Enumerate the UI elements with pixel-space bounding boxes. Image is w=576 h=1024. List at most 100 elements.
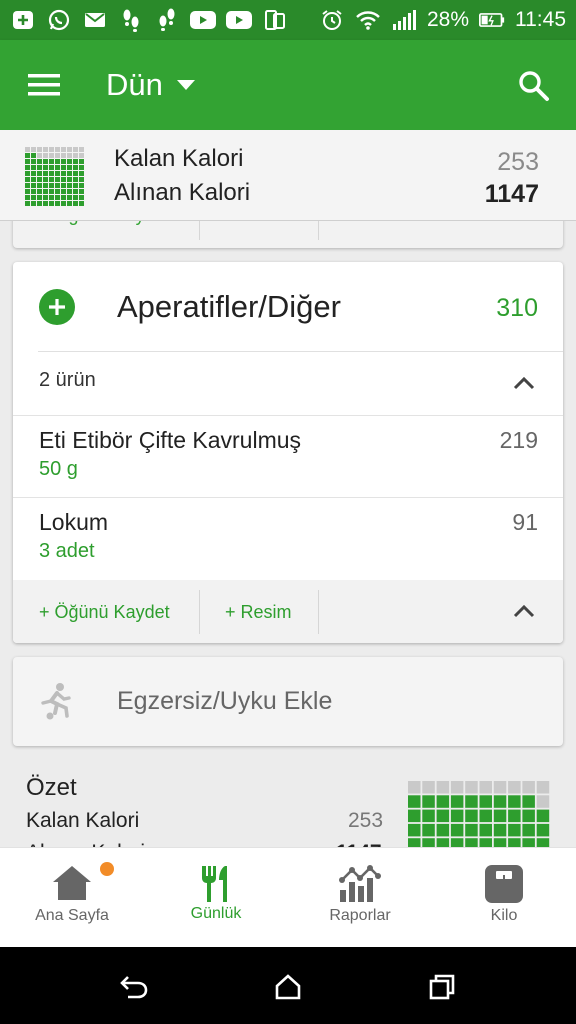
nav-reports-label: Raporlar xyxy=(329,907,391,924)
item-count-row[interactable]: 2 ürün xyxy=(13,352,563,415)
food-item-row[interactable]: Lokum 3 adet 91 xyxy=(13,497,563,580)
whatsapp-icon xyxy=(46,7,72,33)
grid-cell xyxy=(37,183,42,188)
nav-reports[interactable]: Raporlar xyxy=(288,848,432,948)
date-selector[interactable]: Dün xyxy=(106,67,163,103)
grid-cell xyxy=(79,159,84,164)
grid-cell xyxy=(408,795,421,808)
sim-icon xyxy=(262,7,288,33)
food-item-row[interactable]: Eti Etibör Çifte Kavrulmuş 50 g 219 xyxy=(13,415,563,498)
grid-cell xyxy=(79,147,84,152)
grid-cell xyxy=(37,147,42,152)
grid-cell xyxy=(67,147,72,152)
grid-cell xyxy=(465,795,478,808)
add-photo-button[interactable]: + Resim xyxy=(225,602,292,623)
notification-badge xyxy=(100,862,114,876)
grid-cell xyxy=(37,159,42,164)
grid-cell xyxy=(43,195,48,200)
grid-cell xyxy=(25,201,30,206)
grid-cell xyxy=(61,201,66,206)
grid-cell xyxy=(49,177,54,182)
signal-icon xyxy=(391,7,417,33)
food-name: Lokum xyxy=(39,509,109,535)
grid-cell xyxy=(508,823,521,837)
food-name: Eti Etibör Çifte Kavrulmuş xyxy=(39,427,302,453)
grid-cell xyxy=(49,159,54,164)
grid-cell xyxy=(55,153,60,158)
grid-cell xyxy=(43,183,48,188)
grid-cell xyxy=(25,183,30,188)
menu-icon xyxy=(28,73,60,97)
remaining-kcal-label: Kalan Kalori xyxy=(114,145,244,172)
grid-cell xyxy=(79,171,84,176)
nav-home-label: Ana Sayfa xyxy=(35,907,109,924)
grid-cell xyxy=(43,165,48,170)
grid-cell xyxy=(73,195,78,200)
grid-cell xyxy=(79,153,84,158)
chevron-up-icon[interactable] xyxy=(511,598,537,624)
grid-cell xyxy=(67,189,72,194)
grid-cell xyxy=(436,823,450,837)
search-button[interactable] xyxy=(514,66,554,106)
home-outline-icon[interactable] xyxy=(272,971,304,1003)
grid-cell xyxy=(43,171,48,176)
grid-cell xyxy=(25,177,30,182)
nav-weight[interactable]: Kilo xyxy=(432,848,576,948)
remaining-kcal-value: 253 xyxy=(348,809,384,832)
grid-cell xyxy=(422,823,435,837)
grid-cell xyxy=(61,183,66,188)
grid-cell xyxy=(67,201,72,206)
calorie-grid-chart xyxy=(408,781,550,850)
grid-cell xyxy=(79,195,84,200)
grid-cell xyxy=(508,795,521,808)
caret-down-icon[interactable] xyxy=(176,80,195,90)
grid-cell xyxy=(450,823,464,837)
grid-cell xyxy=(493,823,507,837)
remaining-kcal-label: Kalan Kalori xyxy=(26,809,140,832)
grid-cell xyxy=(61,177,66,182)
menu-button[interactable] xyxy=(0,40,88,130)
grid-cell xyxy=(536,795,550,808)
grid-cell xyxy=(61,165,66,170)
grid-cell xyxy=(450,781,464,794)
grid-cell xyxy=(67,171,72,176)
grid-cell xyxy=(31,171,36,176)
save-meal-button[interactable]: + Öğünü Kaydet xyxy=(39,602,170,623)
grid-cell xyxy=(25,189,30,194)
grid-cell xyxy=(49,183,54,188)
back-icon[interactable] xyxy=(118,971,150,1003)
grid-cell xyxy=(55,189,60,194)
grid-cell xyxy=(25,159,30,164)
grid-cell xyxy=(465,781,478,794)
nav-diary[interactable]: Günlük xyxy=(144,848,288,948)
grid-cell xyxy=(31,189,36,194)
grid-cell xyxy=(493,781,507,794)
add-food-button[interactable] xyxy=(39,289,75,325)
grid-cell xyxy=(67,153,72,158)
grid-cell xyxy=(55,165,60,170)
kcal-summary-bar[interactable]: Kalan Kalori 253 Alınan Kalori 1147 xyxy=(0,130,576,221)
grid-cell xyxy=(61,153,66,158)
grid-cell xyxy=(73,183,78,188)
grid-cell xyxy=(49,201,54,206)
grid-cell xyxy=(522,795,535,808)
grid-cell xyxy=(73,201,78,206)
meal-card-actions: + Öğünü Kaydet + Resim xyxy=(13,580,563,643)
grid-cell xyxy=(31,201,36,206)
grid-cell xyxy=(55,177,60,182)
chevron-up-icon[interactable] xyxy=(511,370,537,396)
divider xyxy=(318,590,319,634)
alarm-icon xyxy=(319,7,345,33)
item-count: 2 ürün xyxy=(39,369,96,391)
grid-cell xyxy=(436,781,450,794)
nav-home[interactable]: Ana Sayfa xyxy=(0,848,144,948)
grid-cell xyxy=(522,781,535,794)
add-exercise-button[interactable]: Egzersiz/Uyku Ekle xyxy=(13,657,563,746)
grid-cell xyxy=(55,147,60,152)
grid-cell xyxy=(49,171,54,176)
home-icon xyxy=(51,864,93,902)
grid-cell xyxy=(49,165,54,170)
grid-cell xyxy=(408,781,421,794)
recents-icon[interactable] xyxy=(426,971,458,1003)
grid-cell xyxy=(508,809,521,823)
